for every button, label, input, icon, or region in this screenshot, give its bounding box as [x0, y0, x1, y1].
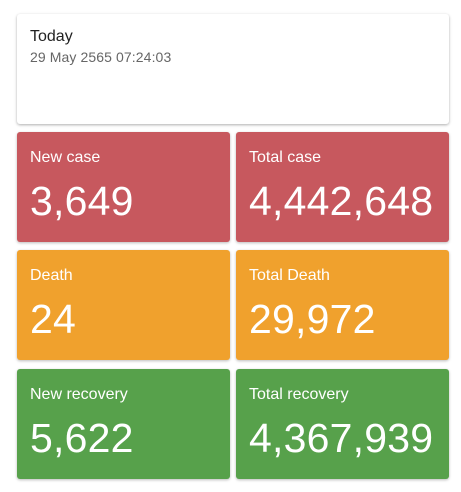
tile-label-total-case: Total case: [249, 149, 322, 166]
tile-value-total-case: 4,442,648: [249, 178, 434, 224]
tile-value-new-recovery: 5,622: [30, 415, 134, 461]
tile-label-total-recovery: Total recovery: [249, 386, 349, 403]
tile-label-total-death: Total Death: [249, 267, 330, 284]
tile-value-death: 24: [30, 296, 77, 342]
today-datetime: 29 May 2565 07:24:03: [30, 49, 172, 65]
tile-new-recovery: New recovery 5,622: [17, 369, 230, 479]
today-card: Today 29 May 2565 07:24:03: [17, 14, 449, 124]
tile-total-recovery: Total recovery 4,367,939: [236, 369, 449, 479]
tile-total-case: Total case 4,442,648: [236, 132, 449, 242]
tile-label-new-case: New case: [30, 149, 101, 166]
tile-value-total-death: 29,972: [249, 296, 376, 342]
tile-new-case: New case 3,649: [17, 132, 230, 242]
tile-label-new-recovery: New recovery: [30, 386, 128, 403]
tile-value-new-case: 3,649: [30, 178, 134, 224]
tile-label-death: Death: [30, 267, 73, 284]
tile-death: Death 24: [17, 250, 230, 360]
tile-value-total-recovery: 4,367,939: [249, 415, 434, 461]
tile-total-death: Total Death 29,972: [236, 250, 449, 360]
today-title: Today: [30, 28, 73, 45]
